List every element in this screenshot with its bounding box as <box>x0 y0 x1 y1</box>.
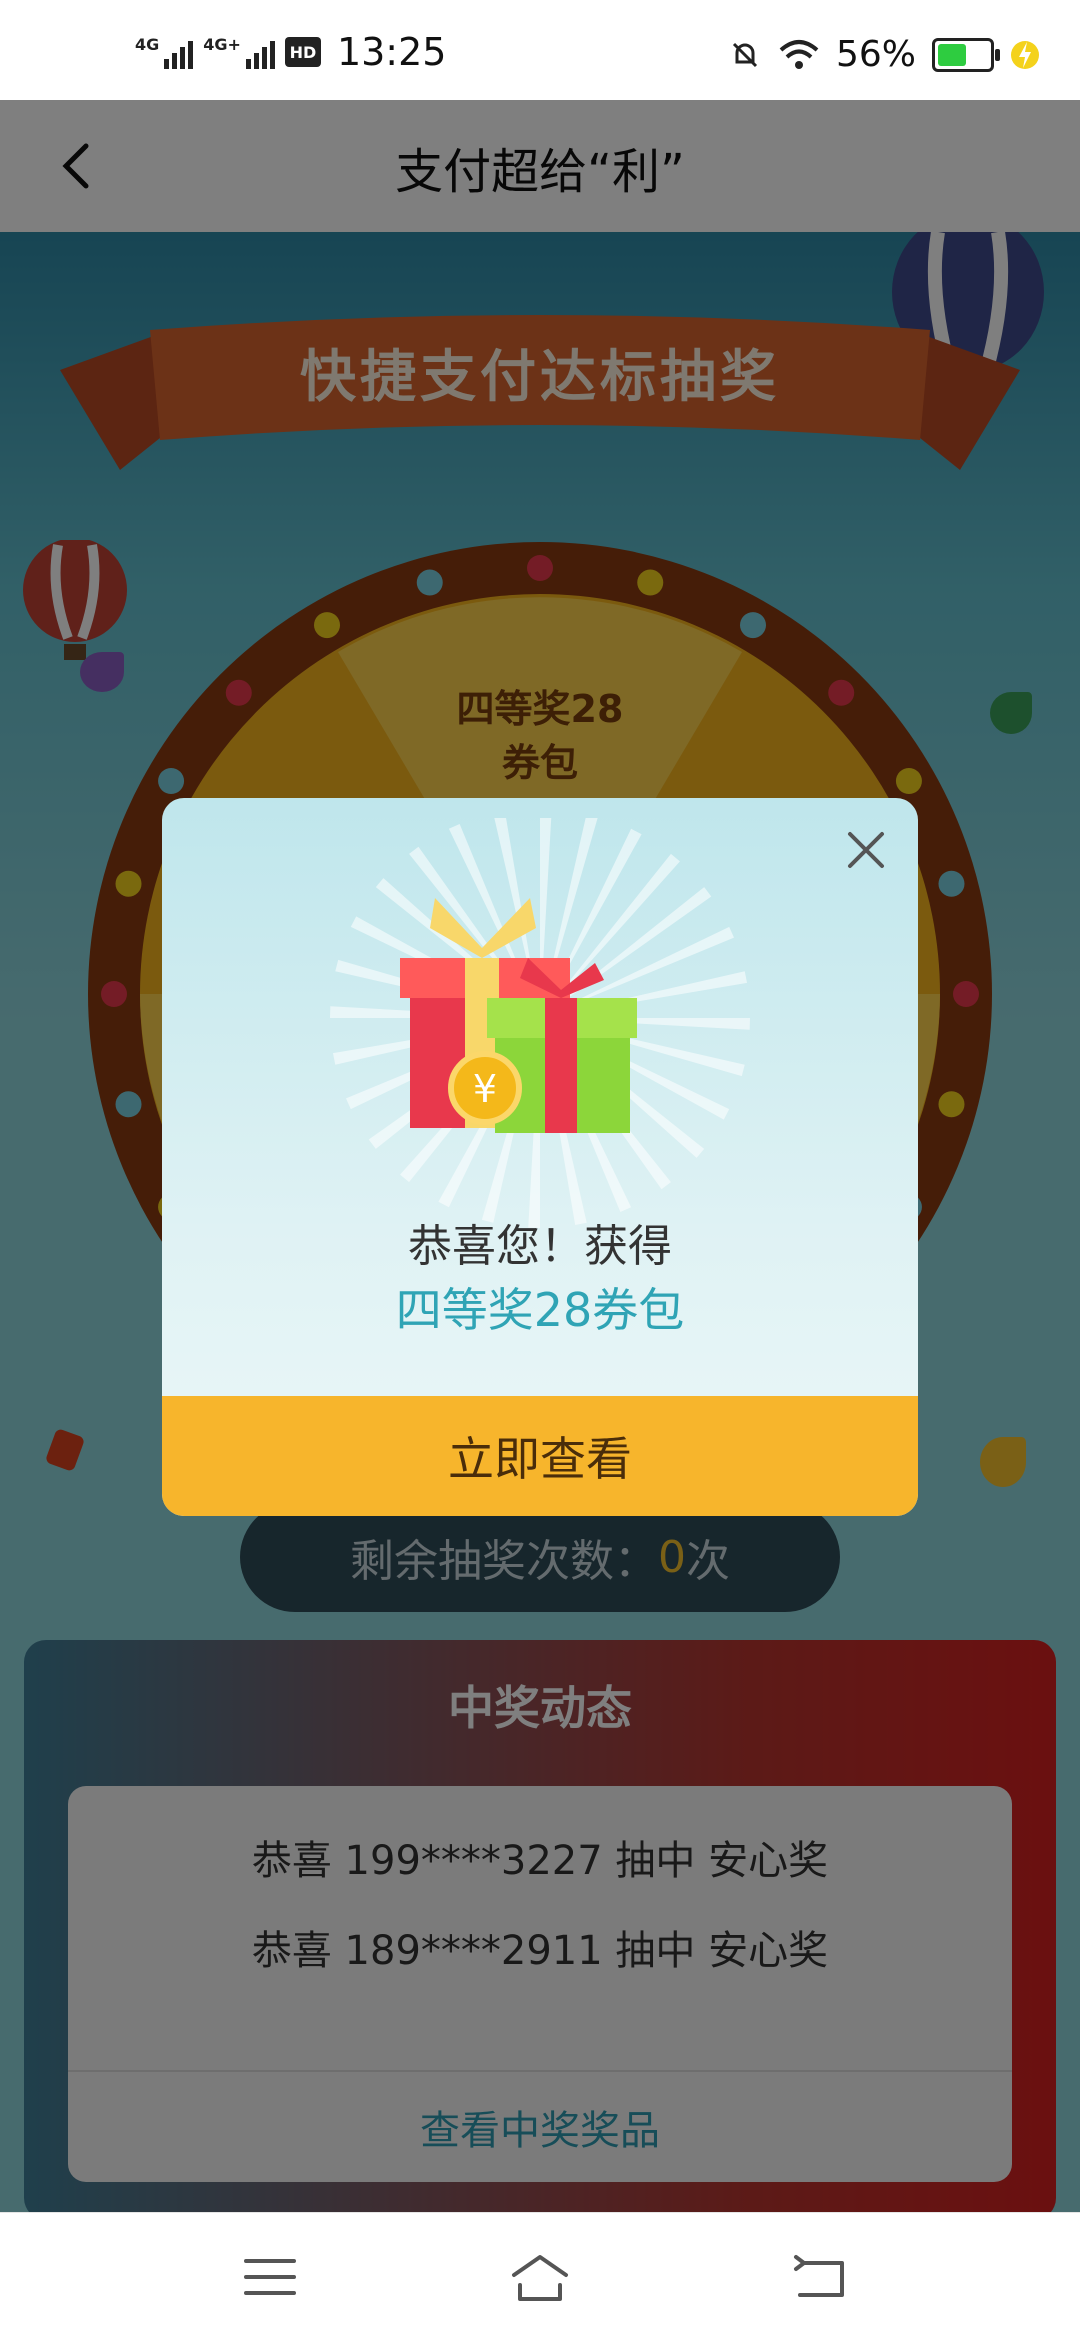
signal-icon: 4G <box>135 35 194 69</box>
back-icon[interactable] <box>790 2249 850 2305</box>
close-icon[interactable] <box>840 824 892 876</box>
network-type: 4G <box>135 35 160 54</box>
battery-fill <box>938 43 966 66</box>
hd-icon: HD <box>284 37 321 67</box>
status-bar: 4G 4G+ HD 13:25 56% <box>0 0 1080 100</box>
prize-name: 四等奖28券包 <box>395 1283 685 1337</box>
view-now-button[interactable]: 立即查看 <box>162 1396 918 1516</box>
charging-icon <box>1011 40 1039 69</box>
congrats-text: 恭喜您！获得 <box>408 1221 672 1272</box>
battery-icon <box>932 37 1000 72</box>
status-right: 56% <box>728 34 1040 75</box>
svg-text:¥: ¥ <box>473 1067 497 1111</box>
battery-percent: 56% <box>835 34 916 75</box>
signal-icon: 4G+ <box>203 35 275 69</box>
home-icon[interactable] <box>510 2249 570 2305</box>
clock: 13:25 <box>336 30 447 74</box>
wifi-icon <box>779 39 819 69</box>
system-nav-bar <box>0 2212 1080 2341</box>
prize-dialog: ¥ 恭喜您！获得 四等奖28券包 立即查看 <box>162 798 918 1516</box>
network-type: 4G+ <box>203 35 241 54</box>
gift-icon: ¥ <box>400 898 637 1133</box>
menu-icon[interactable] <box>240 2249 300 2305</box>
mute-icon <box>732 42 758 67</box>
status-left: 4G 4G+ HD 13:25 <box>135 30 446 74</box>
